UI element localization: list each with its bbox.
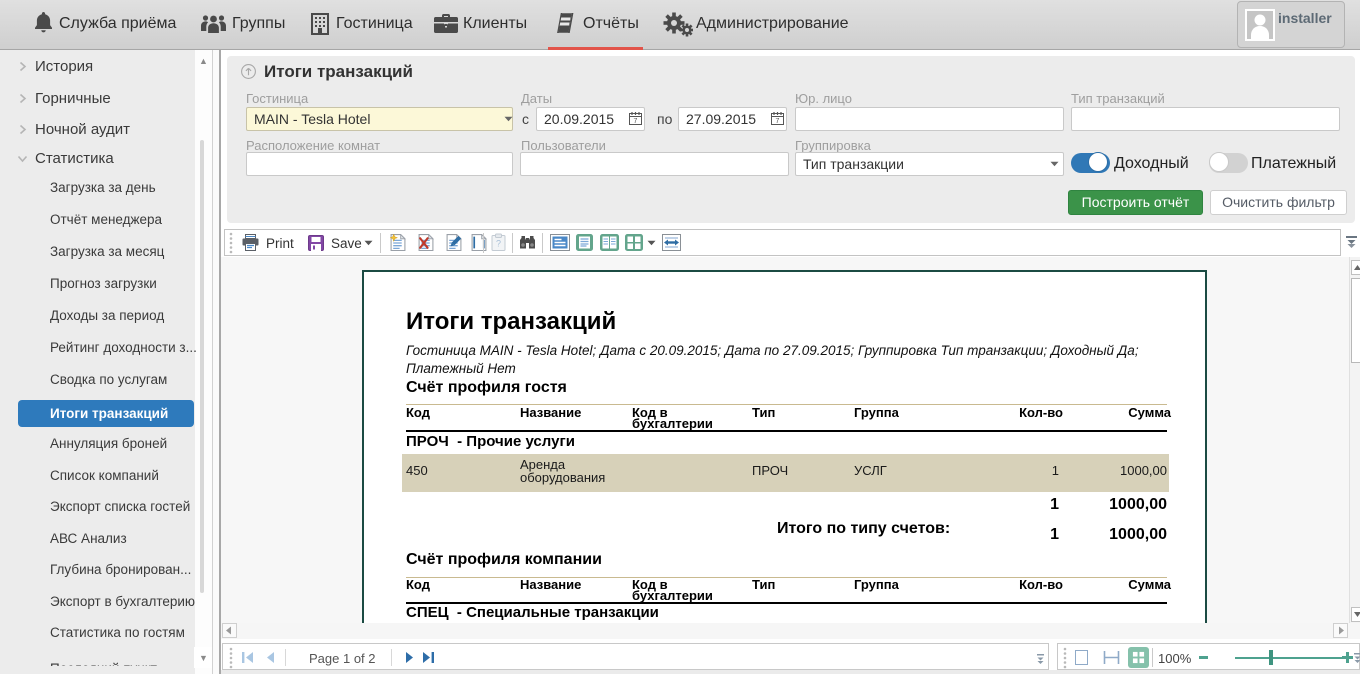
- svg-text:?: ?: [496, 239, 501, 249]
- svg-text:7: 7: [634, 118, 638, 125]
- svg-text:7: 7: [776, 118, 780, 125]
